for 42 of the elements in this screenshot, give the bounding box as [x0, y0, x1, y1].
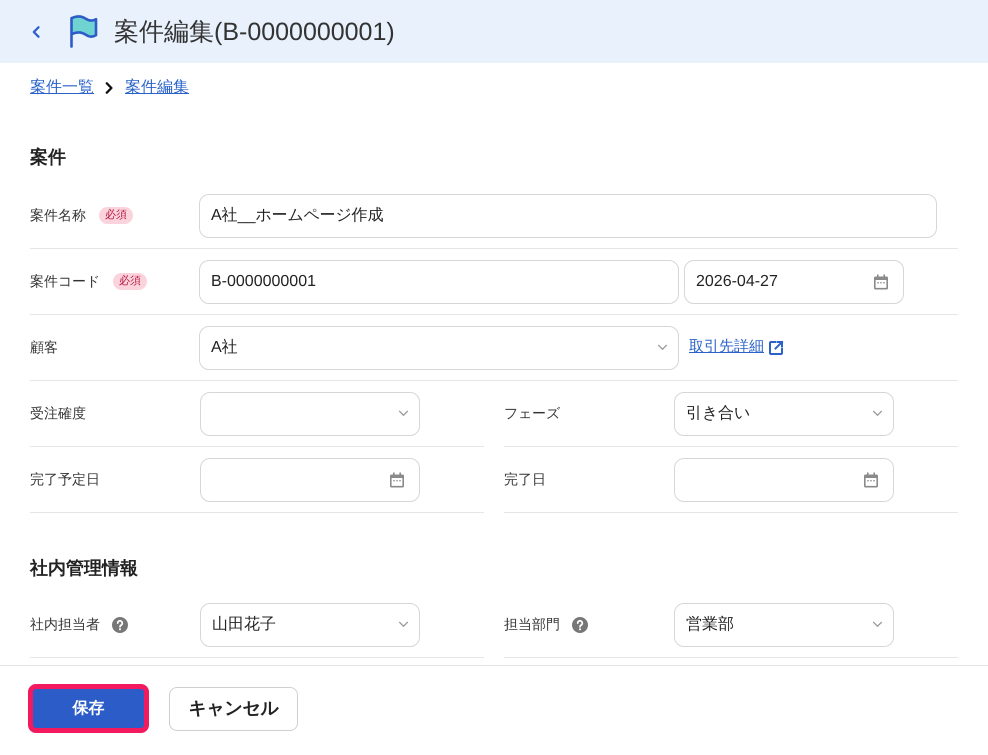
field-label: 案件コード — [30, 272, 100, 291]
field-label: フェーズ — [504, 404, 560, 423]
calendar-icon — [863, 472, 879, 488]
text-field[interactable]: B-0000000001 — [199, 260, 679, 304]
chevron-down-icon — [872, 410, 883, 417]
select-field[interactable] — [200, 392, 420, 436]
date-field[interactable] — [674, 458, 894, 502]
field-label: 完了日 — [504, 470, 546, 489]
page-title: 案件編集(B-0000000001) — [114, 16, 395, 48]
select-field[interactable]: A社 — [199, 326, 679, 370]
help-icon[interactable] — [112, 616, 128, 632]
chevron-down-icon — [872, 621, 883, 628]
select-field[interactable]: 山田花子 — [200, 602, 420, 646]
field-label: 案件名称 — [30, 206, 86, 225]
chevron-down-icon — [657, 344, 668, 351]
required-badge: 必須 — [113, 273, 147, 290]
breadcrumb-link[interactable]: 案件一覧 — [30, 78, 94, 98]
chevron-right-icon — [105, 82, 113, 94]
section-title: 社内管理情報 — [30, 557, 138, 580]
field-label: 社内担当者 — [30, 615, 100, 634]
date-field[interactable]: 2026-04-27 — [684, 260, 904, 304]
date-field[interactable] — [200, 458, 420, 502]
select-field[interactable]: 営業部 — [674, 602, 894, 646]
cancel-button[interactable]: キャンセル — [169, 686, 298, 730]
field-label: 担当部門 — [504, 615, 560, 634]
text-field[interactable]: A社__ホームページ作成 — [199, 194, 937, 238]
field-label: 顧客 — [30, 338, 58, 357]
section-title: 案件 — [30, 146, 66, 169]
chevron-down-icon — [398, 621, 409, 628]
required-badge: 必須 — [99, 207, 133, 224]
calendar-icon — [389, 472, 405, 488]
field-label: 受注確度 — [30, 404, 86, 423]
save-button[interactable]: 保存 — [28, 684, 149, 733]
breadcrumb-link[interactable]: 案件編集 — [125, 78, 189, 98]
calendar-icon — [873, 274, 889, 290]
help-icon[interactable] — [572, 616, 588, 632]
chevron-down-icon — [398, 410, 409, 417]
flag-icon — [68, 15, 98, 48]
back-icon[interactable] — [32, 26, 40, 38]
select-field[interactable]: 引き合い — [674, 392, 894, 436]
external-link-icon — [768, 340, 784, 356]
field-label: 完了予定日 — [30, 470, 100, 489]
